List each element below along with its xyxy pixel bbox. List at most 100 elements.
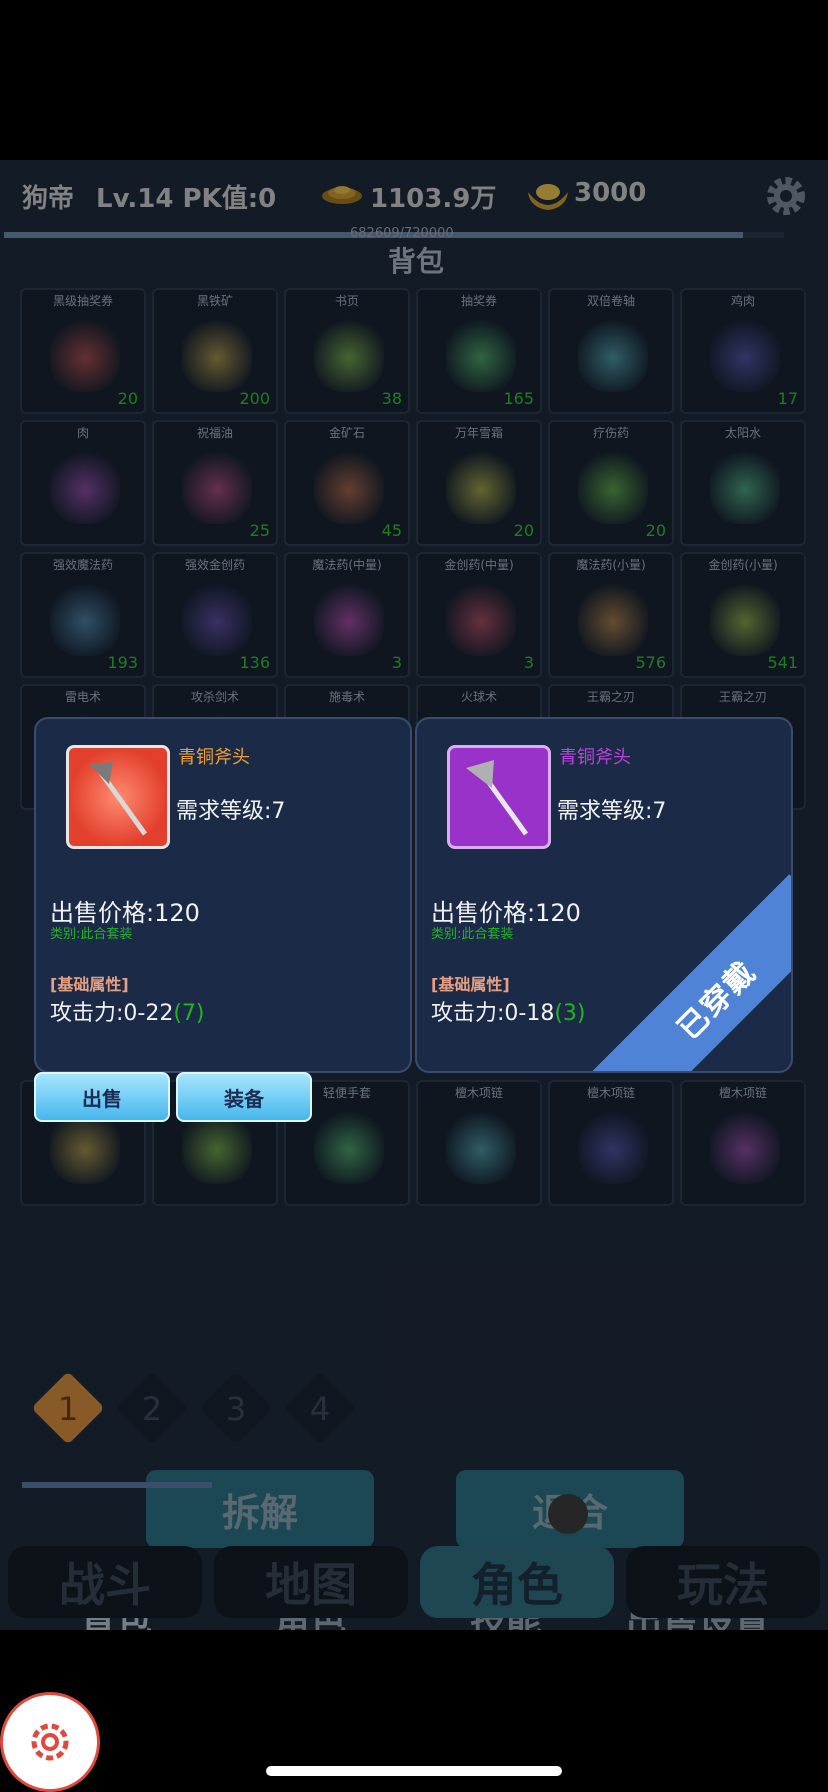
item-name: 青铜斧头 [178,747,250,768]
item-slot-name: 黑铁矿 [196,294,233,308]
item-slot[interactable]: 金矿石 45 [284,420,410,546]
item-slot[interactable]: 黑级抽奖券 20 [20,288,146,414]
attack-stat: 攻击力:0-18(3) [431,1001,586,1026]
attack-stat: 攻击力:0-22(7) [50,1001,205,1026]
item-qty: 193 [107,653,138,672]
level-requirement: 需求等级:7 [176,799,286,824]
nav-gameplay[interactable]: 玩法 [626,1546,820,1618]
item-slot-name: 黑级抽奖券 [52,294,113,308]
floating-settings-button[interactable] [0,1692,100,1792]
player-name: 狗帝 [22,184,75,214]
rolled-scroll-icon [578,316,648,392]
item-slot[interactable]: 黑铁矿 200 [152,288,278,414]
nav-character[interactable]: 角色 [420,1546,614,1618]
item-qty: 45 [381,521,402,540]
page-1[interactable]: 1 [30,1370,106,1446]
item-slot-name: 强效魔法药 [52,558,113,572]
item-type: 类别:此合套装 [431,927,514,942]
item-slot[interactable]: 肉 [20,420,146,546]
ticket-book-icon [446,316,516,392]
gold-ingot-icon [528,184,568,210]
item-slot[interactable]: 书页 38 [284,288,410,414]
item-slot-name: 太阳水 [724,426,761,440]
item-slot-name: 攻杀剑术 [190,690,239,704]
blue-potion-icon [182,448,252,524]
item-slot[interactable]: 金创药(小量) 541 [680,552,806,678]
item-qty: 3 [391,653,402,672]
item-qty: 136 [239,653,270,672]
coin-icon [322,186,362,204]
item-slot[interactable]: 太阳水 [680,420,806,546]
item-type: 类别:此合套装 [50,927,133,942]
item-slot-name: 祝福油 [196,426,233,440]
page-3[interactable]: 3 [198,1370,274,1446]
equip-button[interactable]: 装备 [176,1072,312,1122]
item-slot[interactable]: 檀木项链 [416,1080,542,1206]
item-slot[interactable]: 魔法药(小量) 576 [548,552,674,678]
item-tooltip-equipped: 青铜斧头 需求等级:7 出售价格:120 类别:此合套装 [基础属性] 攻击力:… [415,717,793,1073]
item-qty: 20 [513,521,534,540]
item-slot-name: 魔法药(中量) [312,558,382,572]
item-qty: 541 [767,653,798,672]
item-slot-name: 肉 [76,426,89,440]
item-qty: 25 [249,521,270,540]
scroll-icon [314,316,384,392]
item-slot-name: 双倍卷轴 [586,294,635,308]
page-4[interactable]: 4 [282,1370,358,1446]
red-bottle-icon [446,580,516,656]
bottom-nav: 战斗 地图 角色 玩法 [0,1546,828,1630]
item-slot[interactable]: 金创药(中量) 3 [416,552,542,678]
item-slot[interactable]: 强效金创药 136 [152,552,278,678]
bag-title: 背包 [388,245,445,278]
item-slot-name: 魔法药(小量) [576,558,646,572]
item-qty: 3 [523,653,534,672]
item-slot-name: 王霸之刃 [718,690,767,704]
item-slot-name: 火球术 [460,690,497,704]
blue-bottle-icon [314,580,384,656]
exp-text: 682609/720000 [350,226,454,241]
item-slot-name: 抽奖券 [460,294,497,308]
status-bar: 狗帝 Lv.14 PK值:0 1103.9万 3000 [0,160,828,232]
item-qty: 576 [635,653,666,672]
red-jar-icon [182,580,252,656]
glove-icon [314,1108,384,1184]
level-requirement: 需求等级:7 [557,799,667,824]
item-slot[interactable]: 檀木项链 [680,1080,806,1206]
item-slot[interactable]: 抽奖券 165 [416,288,542,414]
item-slot-name: 金创药(小量) [708,558,778,572]
page-2[interactable]: 2 [114,1370,190,1446]
settings-gear-icon[interactable] [762,172,810,220]
item-slot[interactable]: 万年雪霜 20 [416,420,542,546]
nav-battle[interactable]: 战斗 [8,1546,202,1618]
sell-button[interactable]: 出售 [34,1072,170,1122]
item-slot[interactable]: 双倍卷轴 [548,288,674,414]
home-indicator[interactable] [266,1766,562,1776]
item-qty: 38 [381,389,402,408]
necklace-icon [578,1108,648,1184]
item-slot[interactable]: 疗伤药 20 [548,420,674,546]
green-vial-icon [578,448,648,524]
player-level: Lv.14 PK值:0 [96,184,277,214]
item-slot[interactable]: 檀木项链 [548,1080,674,1206]
item-slot[interactable]: 魔法药(中量) 3 [284,552,410,678]
item-slot[interactable]: 鸡肉 17 [680,288,806,414]
attr-header: [基础属性] [431,975,510,994]
axe-icon [466,760,529,836]
purple-jar-icon [50,580,120,656]
nav-map[interactable]: 地图 [214,1546,408,1618]
item-slot[interactable]: 祝福油 25 [152,420,278,546]
item-name: 青铜斧头 [559,747,631,768]
meat-icon [50,448,120,524]
item-slot-name: 檀木项链 [718,1086,767,1100]
chicken-icon [710,316,780,392]
item-thumb [447,745,551,849]
item-slot[interactable]: 强效魔法药 193 [20,552,146,678]
yellow-flask-icon [710,448,780,524]
item-qty: 20 [117,389,138,408]
ticket-book-icon [50,316,120,392]
item-slot-name: 疗伤药 [592,426,629,440]
item-qty: 200 [239,389,270,408]
coin-amount: 1103.9万 [370,184,497,214]
item-qty: 17 [777,389,798,408]
item-slot-name: 檀木项链 [586,1086,635,1100]
